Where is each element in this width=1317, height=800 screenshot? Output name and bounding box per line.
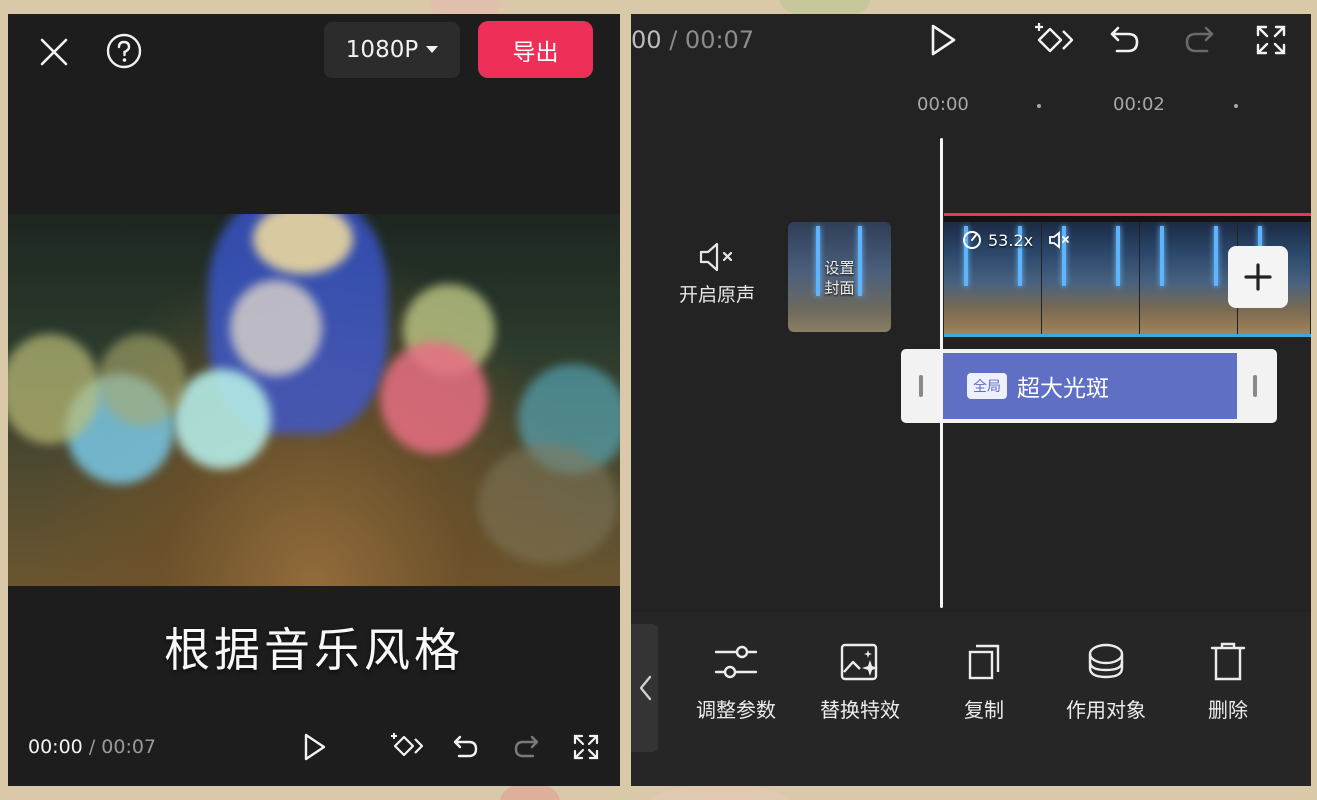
time-separator: / — [669, 26, 678, 54]
bokeh-light — [478, 444, 618, 564]
bokeh-light — [230, 280, 322, 376]
undo-icon[interactable] — [448, 730, 484, 764]
caret-down-icon — [426, 46, 439, 53]
clip-frame — [1140, 222, 1238, 334]
speed-badge: 53.2x — [962, 230, 1033, 250]
add-keyframe-icon[interactable] — [388, 728, 428, 764]
speed-value: 53.2x — [988, 230, 1034, 250]
close-icon[interactable] — [34, 32, 74, 72]
undo-icon[interactable] — [1105, 20, 1145, 60]
add-keyframe-icon[interactable] — [1031, 18, 1077, 62]
timeline-ruler[interactable]: 00:00 00:02 — [631, 94, 1311, 118]
bokeh-light — [173, 369, 271, 469]
tool-label: 作用对象 — [1066, 698, 1146, 722]
chevron-left-icon — [639, 675, 651, 701]
clip-muted-icon — [1048, 230, 1072, 254]
left-trim-handle[interactable] — [919, 375, 923, 397]
export-label: 导出 — [512, 39, 559, 66]
playhead[interactable] — [940, 138, 943, 608]
current-time: 00:00 — [28, 736, 83, 758]
playback-time: 00 / 00:07 — [631, 26, 754, 54]
adjust-params-button[interactable]: 调整参数 — [681, 642, 791, 723]
time-separator: / — [88, 736, 96, 758]
trash-icon — [1210, 642, 1246, 681]
bokeh-light — [380, 342, 488, 454]
sliders-icon — [714, 645, 758, 679]
play-icon[interactable] — [923, 20, 963, 60]
set-cover-button[interactable]: 设置 封面 — [788, 222, 891, 332]
cover-label: 设置 封面 — [788, 258, 891, 298]
bokeh-light — [98, 334, 186, 426]
cover-label-line: 封面 — [824, 279, 855, 297]
right-trim-handle[interactable] — [1253, 375, 1257, 397]
effect-clip[interactable]: 全局 超大光斑 — [901, 349, 1277, 423]
effect-name: 超大光斑 — [1017, 376, 1109, 402]
fullscreen-icon[interactable] — [1251, 20, 1291, 60]
enable-original-audio-button[interactable]: 开启原声 — [667, 240, 767, 320]
replace-effect-icon — [840, 643, 878, 681]
global-badge: 全局 — [967, 373, 1007, 399]
current-time: 00 — [631, 26, 662, 54]
tool-label: 复制 — [964, 698, 1004, 722]
subtitle-text: 根据音乐风格 — [164, 623, 464, 677]
audio-toggle-label: 开启原声 — [678, 284, 755, 306]
layers-icon — [1088, 643, 1124, 679]
add-clip-button[interactable] — [1228, 246, 1288, 308]
speed-gauge-icon — [963, 231, 981, 249]
apply-target-button[interactable]: 作用对象 — [1051, 642, 1161, 723]
copy-button[interactable]: 复制 — [929, 642, 1039, 723]
effect-clip-body: 全局 超大光斑 — [941, 353, 1237, 419]
background-decoration — [650, 784, 790, 800]
plus-icon — [1244, 263, 1272, 291]
speaker-muted-icon — [699, 242, 733, 272]
play-icon[interactable] — [298, 730, 332, 764]
ruler-label: 00:00 — [917, 94, 969, 115]
editor-panel: 00 / 00:07 00:00 00:02 开启原声 设置 封面 53.2x … — [631, 14, 1311, 786]
replace-effect-button[interactable]: 替换特效 — [805, 642, 915, 723]
resolution-label: 1080P — [345, 37, 419, 63]
tool-label: 替换特效 — [820, 698, 900, 722]
video-preview[interactable] — [8, 214, 620, 586]
back-button[interactable] — [631, 624, 658, 752]
playback-time: 00:00 / 00:07 — [28, 736, 156, 758]
redo-icon[interactable] — [508, 730, 544, 764]
effect-toolbar: 调整参数 替换特效 复制 作用对象 删除 — [631, 612, 1311, 786]
tool-label: 删除 — [1208, 698, 1248, 722]
delete-button[interactable]: 删除 — [1173, 642, 1283, 723]
ruler-label: 00:02 — [1113, 94, 1165, 115]
export-button[interactable]: 导出 — [478, 21, 593, 78]
help-icon[interactable] — [103, 30, 145, 72]
copy-icon — [968, 644, 1000, 680]
resolution-dropdown[interactable]: 1080P — [324, 22, 460, 78]
redo-icon[interactable] — [1179, 20, 1219, 60]
preview-panel: 1080P 导出 根据音乐风格 00:00 / 00:07 — [8, 14, 620, 786]
ruler-dot — [1234, 104, 1238, 108]
ruler-dot — [1037, 104, 1041, 108]
total-time: 00:07 — [101, 736, 157, 758]
cover-label-line: 设置 — [824, 259, 855, 277]
total-time: 00:07 — [684, 26, 755, 54]
fullscreen-icon[interactable] — [568, 730, 604, 764]
tool-label: 调整参数 — [696, 698, 776, 722]
